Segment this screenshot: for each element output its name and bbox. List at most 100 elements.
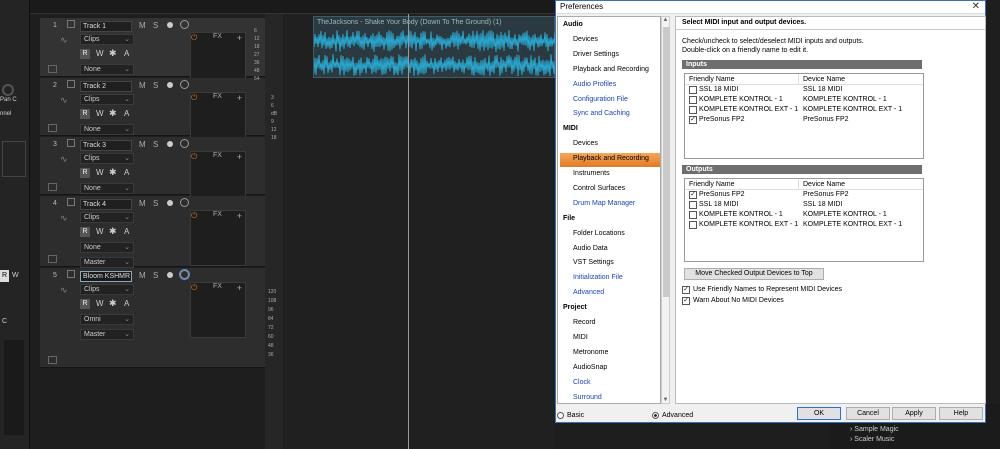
- mute-button[interactable]: M: [139, 81, 146, 90]
- nav-item[interactable]: Instruments: [573, 170, 610, 177]
- send-dropdown[interactable]: Master ⌄: [80, 257, 134, 268]
- friendly-name[interactable]: KOMPLETE KONTROL - 1: [699, 96, 783, 103]
- solo-button[interactable]: S: [153, 81, 158, 90]
- power-icon[interactable]: ⏻: [191, 211, 197, 220]
- output-device-row[interactable]: KOMPLETE KONTROL EXT - 1 KOMPLETE KONTROL…: [685, 220, 923, 230]
- add-fx-icon[interactable]: +: [237, 211, 242, 221]
- power-icon[interactable]: ⏻: [191, 283, 197, 292]
- warn-no-devices-checkbox[interactable]: ✓: [682, 297, 690, 305]
- track-name-field[interactable]: Track 2: [80, 81, 132, 92]
- output-dropdown[interactable]: None ⌄: [80, 242, 134, 253]
- automation-a-button[interactable]: A: [124, 109, 129, 118]
- input-echo-icon[interactable]: [179, 269, 190, 280]
- automation-a-button[interactable]: A: [124, 299, 129, 308]
- output-device-row[interactable]: ✓ PreSonus FP2 PreSonus FP2: [685, 190, 923, 200]
- read-automation-button[interactable]: R: [80, 49, 90, 59]
- nav-item[interactable]: Audio Profiles: [573, 81, 616, 88]
- dialog-titlebar[interactable]: Preferences ✕: [556, 1, 985, 14]
- input-device-row[interactable]: KOMPLETE KONTROL - 1 KOMPLETE KONTROL - 1: [685, 95, 923, 105]
- mute-button[interactable]: M: [139, 271, 146, 280]
- record-arm-icon[interactable]: [167, 82, 173, 88]
- input-device-row[interactable]: SSL 18 MIDI SSL 18 MIDI: [685, 85, 923, 95]
- friendly-name[interactable]: KOMPLETE KONTROL EXT - 1: [699, 106, 798, 113]
- fx-bin[interactable]: ⏻ FX +: [190, 282, 246, 338]
- write-automation-button[interactable]: W: [96, 227, 104, 236]
- nav-item[interactable]: Audio Data: [573, 245, 608, 252]
- input-echo-icon[interactable]: [180, 198, 189, 207]
- add-fx-icon[interactable]: +: [237, 152, 242, 162]
- solo-button[interactable]: S: [153, 140, 158, 149]
- scrollbar-thumb[interactable]: [663, 27, 669, 297]
- solo-button[interactable]: S: [153, 271, 158, 280]
- device-checkbox[interactable]: ✓: [689, 191, 697, 199]
- nav-item[interactable]: VST Settings: [573, 259, 614, 266]
- asterisk-icon[interactable]: ✱: [109, 108, 117, 119]
- send-dropdown[interactable]: Master ⌄: [80, 329, 134, 340]
- solo-button[interactable]: S: [153, 199, 158, 208]
- add-fx-icon[interactable]: +: [237, 283, 242, 293]
- device-checkbox[interactable]: ✓: [689, 116, 697, 124]
- power-icon[interactable]: ⏻: [191, 33, 197, 42]
- asterisk-icon[interactable]: ✱: [109, 167, 117, 178]
- track-name-field[interactable]: Track 4: [80, 199, 132, 210]
- asterisk-icon[interactable]: ✱: [109, 298, 117, 309]
- nav-item[interactable]: Folder Locations: [573, 230, 625, 237]
- timeline-ruler[interactable]: [30, 0, 555, 14]
- input-dropdown[interactable]: Clips ⌄: [80, 34, 134, 45]
- col-device-name[interactable]: Device Name: [803, 76, 845, 83]
- input-echo-icon[interactable]: [180, 139, 189, 148]
- help-button[interactable]: Help: [939, 407, 983, 420]
- nav-scrollbar[interactable]: ▲ ▼: [661, 16, 670, 404]
- ok-button[interactable]: OK: [797, 407, 841, 420]
- fx-bin[interactable]: ⏻ FX +: [190, 210, 246, 266]
- expand-track-icon[interactable]: [48, 65, 57, 73]
- friendly-name[interactable]: SSL 18 MIDI: [699, 201, 738, 208]
- input-device-row[interactable]: ✓ PreSonus FP2 PreSonus FP2: [685, 115, 923, 125]
- record-arm-icon[interactable]: [167, 141, 173, 147]
- mute-button[interactable]: M: [139, 140, 146, 149]
- track-row[interactable]: 1 ∿ Track 1 M S Clips ⌄ R W ✱ A None ⌄ ⏻ FX +: [40, 18, 265, 88]
- col-friendly-name[interactable]: Friendly Name: [689, 76, 735, 83]
- device-checkbox[interactable]: [689, 201, 697, 209]
- nav-item[interactable]: Devices: [573, 36, 598, 43]
- friendly-name[interactable]: SSL 18 MIDI: [699, 86, 738, 93]
- track-row[interactable]: 2 ∿ Track 2 M S Clips ⌄ R W ✱ A None ⌄ ⏻ FX +: [40, 78, 265, 148]
- output-dropdown[interactable]: None ⌄: [80, 183, 134, 194]
- clips-pane[interactable]: [283, 14, 555, 449]
- track-name-field[interactable]: Track 3: [80, 140, 132, 151]
- add-fx-icon[interactable]: +: [237, 93, 242, 103]
- output-dropdown[interactable]: Omni ⌄: [80, 314, 134, 325]
- friendly-name[interactable]: PreSonus FP2: [699, 191, 745, 198]
- write-automation-button[interactable]: W: [96, 49, 104, 58]
- asterisk-icon[interactable]: ✱: [109, 226, 117, 237]
- track-row[interactable]: 5∿ Bloom KSHMR 1 MS Clips⌄ RW ✱ A Omni⌄ Master⌄ ⏻…: [40, 268, 265, 368]
- nav-item[interactable]: Playback and Recording: [573, 155, 649, 162]
- expand-track-icon[interactable]: [48, 124, 57, 132]
- cancel-button[interactable]: Cancel: [846, 407, 890, 420]
- nav-item[interactable]: Configuration File: [573, 96, 628, 103]
- input-dropdown[interactable]: Clips ⌄: [80, 212, 134, 223]
- friendly-names-checkbox[interactable]: ✓: [682, 286, 690, 294]
- apply-button[interactable]: Apply: [892, 407, 936, 420]
- output-dropdown[interactable]: None ⌄: [80, 124, 134, 135]
- expand-track-icon[interactable]: [48, 183, 57, 191]
- add-fx-icon[interactable]: +: [237, 33, 242, 43]
- nav-item[interactable]: Record: [573, 319, 596, 326]
- scroll-up-icon[interactable]: ▲: [662, 17, 669, 23]
- move-to-top-button[interactable]: Move Checked Output Devices to Top: [684, 268, 824, 280]
- track-name-field[interactable]: Bloom KSHMR 1: [80, 271, 132, 282]
- close-icon[interactable]: ✕: [972, 1, 980, 13]
- input-echo-icon[interactable]: [180, 80, 189, 89]
- output-device-row[interactable]: SSL 18 MIDI SSL 18 MIDI: [685, 200, 923, 210]
- browser-item[interactable]: › Sample Magic: [850, 426, 899, 433]
- friendly-name[interactable]: KOMPLETE KONTROL - 1: [699, 211, 783, 218]
- automation-a-button[interactable]: A: [124, 227, 129, 236]
- nav-item[interactable]: MIDI: [573, 334, 588, 341]
- write-automation-button[interactable]: W: [96, 299, 104, 308]
- read-automation-button[interactable]: R: [80, 299, 90, 309]
- output-device-row[interactable]: KOMPLETE KONTROL - 1 KOMPLETE KONTROL - 1: [685, 210, 923, 220]
- asterisk-icon[interactable]: ✱: [109, 48, 117, 59]
- expand-track-icon[interactable]: [48, 255, 57, 263]
- automation-a-button[interactable]: A: [124, 49, 129, 58]
- eq-thumbnail[interactable]: [2, 141, 26, 177]
